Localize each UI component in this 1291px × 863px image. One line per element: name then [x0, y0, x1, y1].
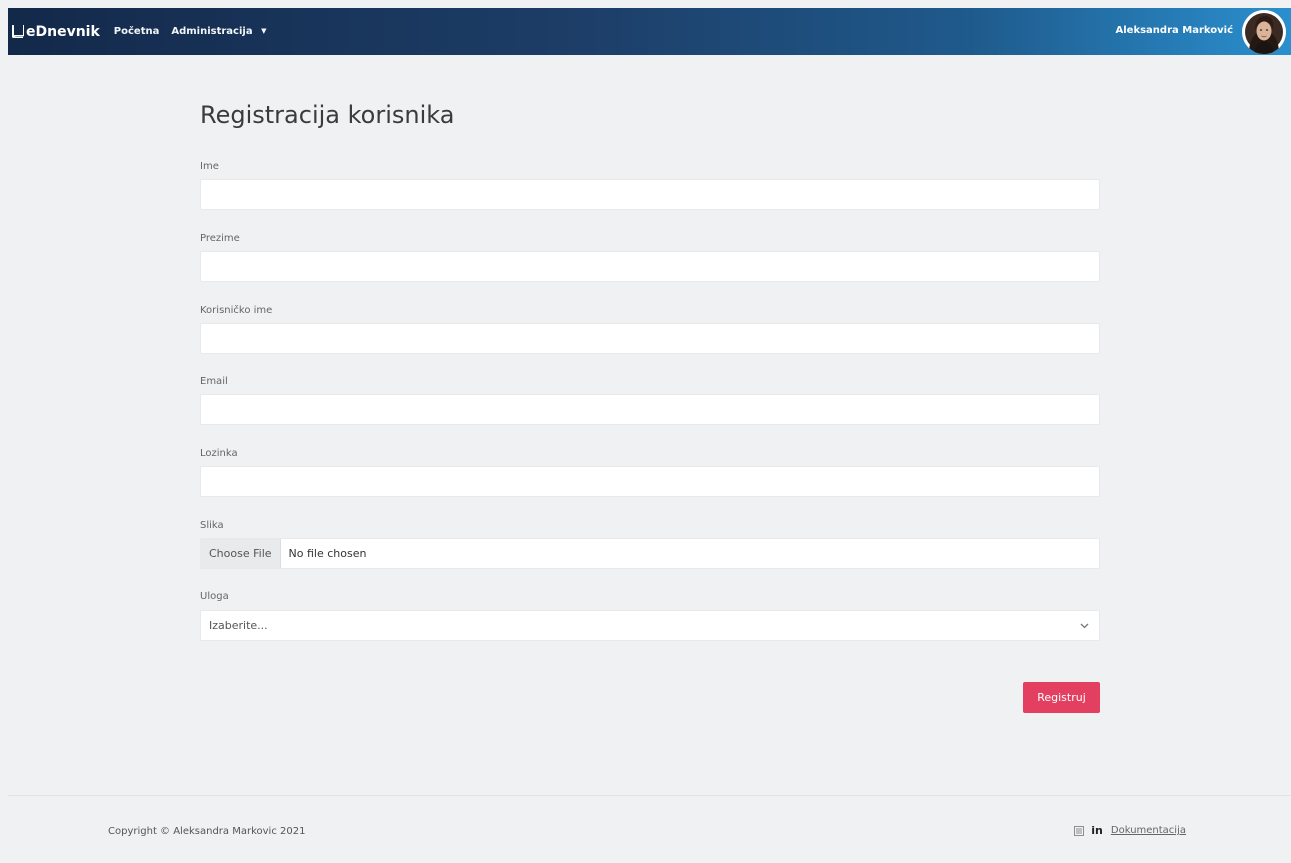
slika-file-input: Choose File No file chosen: [200, 538, 1100, 569]
nav-link-pocetna[interactable]: Početna: [114, 26, 160, 37]
footer: Copyright © Aleksandra Markovic 2021 in …: [8, 795, 1291, 863]
ime-input[interactable]: [200, 179, 1100, 210]
caret-down-icon: ▼: [261, 27, 267, 35]
footer-links: in Dokumentacija: [1074, 824, 1186, 837]
file-status-text: No file chosen: [288, 547, 367, 560]
ime-label: Ime: [200, 161, 219, 172]
uloga-label: Uloga: [200, 591, 229, 602]
nav-link-administracija[interactable]: Administracija ▼: [171, 26, 266, 37]
copyright-text: Copyright © Aleksandra Markovic 2021: [108, 826, 306, 837]
lozinka-input[interactable]: [200, 466, 1100, 497]
registruj-button[interactable]: Registruj: [1023, 682, 1100, 713]
prezime-label: Prezime: [200, 233, 240, 244]
top-navbar: eDnevnik Početna Administracija ▼ Aleksa…: [8, 8, 1291, 55]
linkedin-icon[interactable]: in: [1091, 824, 1103, 837]
uloga-select[interactable]: Izaberite...: [200, 610, 1100, 641]
book-icon: [12, 25, 24, 38]
page-title: Registracija korisnika: [200, 101, 455, 129]
korisnicko-ime-input[interactable]: [200, 323, 1100, 354]
email-input[interactable]: [200, 394, 1100, 425]
brand-link[interactable]: eDnevnik: [12, 24, 100, 40]
uloga-selected-value: Izaberite...: [209, 619, 268, 632]
dokumentacija-link[interactable]: Dokumentacija: [1111, 825, 1186, 836]
avatar[interactable]: [1242, 10, 1286, 54]
lozinka-label: Lozinka: [200, 448, 238, 459]
korisnicko-ime-label: Korisničko ime: [200, 305, 273, 316]
choose-file-button[interactable]: Choose File: [201, 539, 281, 568]
nav-link-administracija-label: Administracija: [171, 26, 253, 37]
brand-name: eDnevnik: [26, 23, 100, 40]
slika-label: Slika: [200, 520, 224, 531]
email-label: Email: [200, 376, 228, 387]
user-name[interactable]: Aleksandra Marković: [1116, 25, 1234, 36]
registration-form: Registracija korisnika Ime Prezime Koris…: [200, 95, 1100, 713]
prezime-input[interactable]: [200, 251, 1100, 282]
avatar-photo: [1242, 10, 1286, 54]
external-link-icon[interactable]: [1074, 825, 1085, 836]
chevron-down-icon: [1080, 623, 1089, 628]
